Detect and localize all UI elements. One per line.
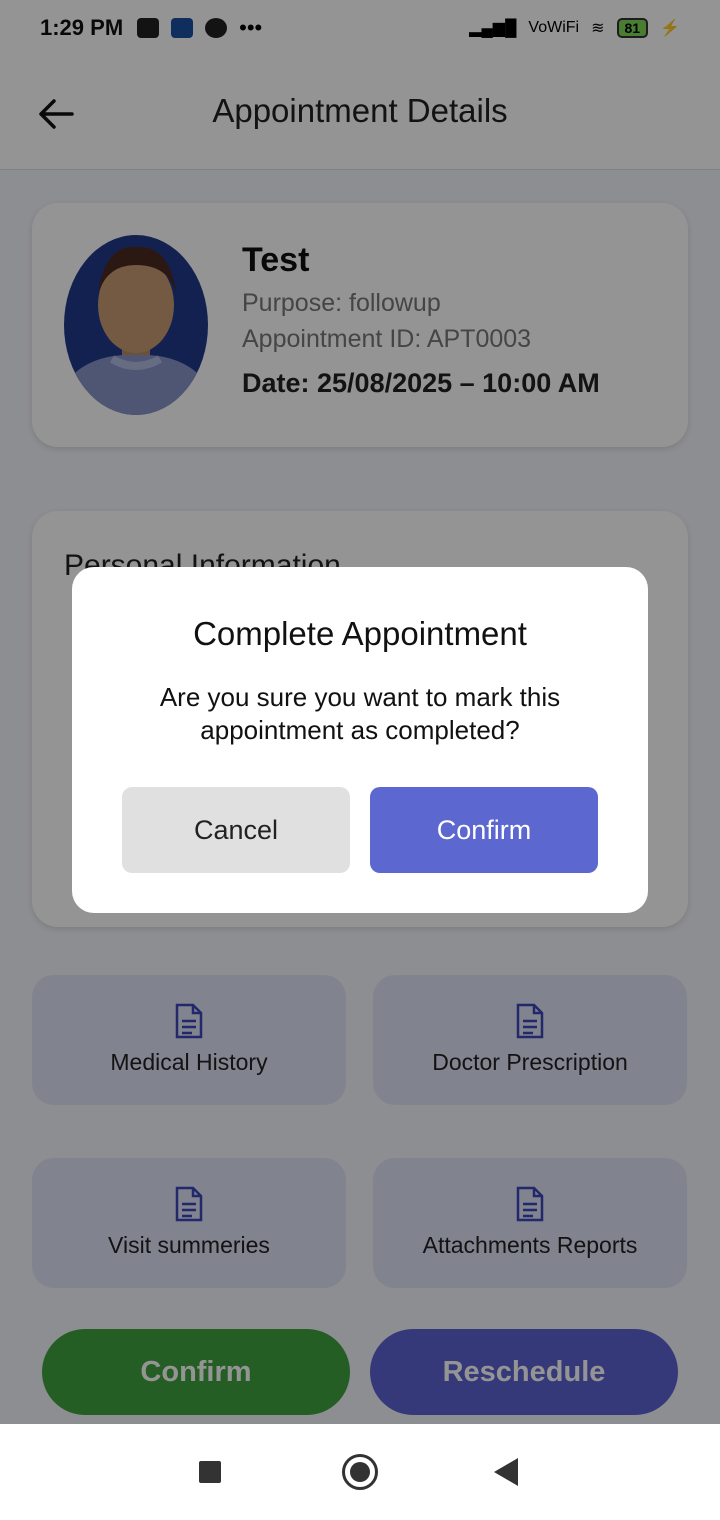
dialog-title: Complete Appointment [193, 615, 527, 652]
recents-icon[interactable] [199, 1461, 221, 1483]
complete-appointment-dialog: Complete Appointment Are you sure you wa… [72, 567, 648, 913]
dialog-confirm-button[interactable]: Confirm [370, 787, 598, 873]
system-nav-bar [0, 1424, 720, 1520]
dialog-cancel-button[interactable]: Cancel [122, 787, 350, 873]
dialog-message: Are you sure you want to mark this appoi… [159, 682, 561, 745]
system-back-icon[interactable] [494, 1458, 518, 1486]
home-icon[interactable] [342, 1454, 378, 1490]
